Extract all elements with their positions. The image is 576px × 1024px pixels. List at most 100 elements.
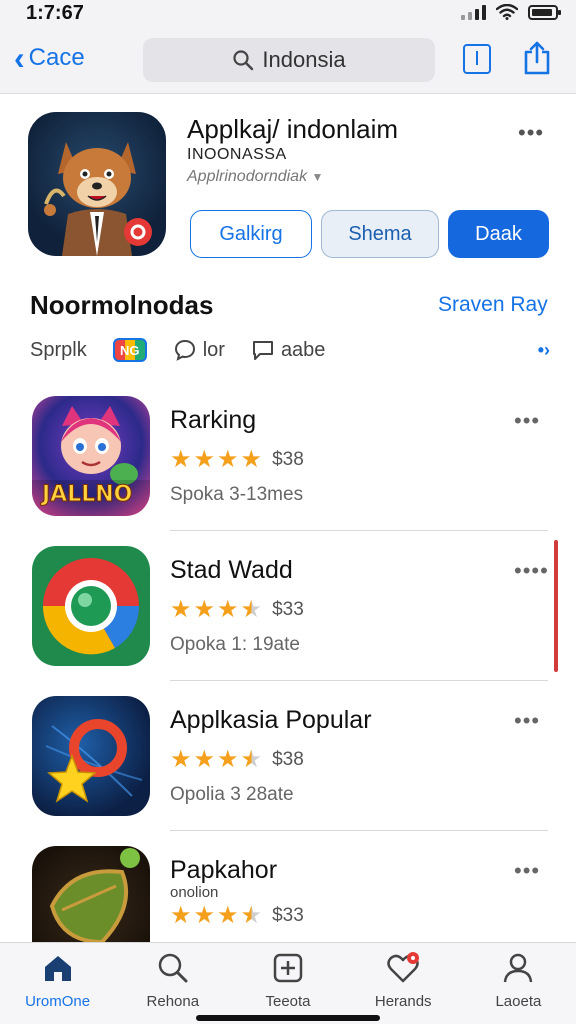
star-icon: ★ [193,596,216,623]
see-all-link[interactable]: Sraven Ray [438,293,548,317]
list-item[interactable]: JALLNO Rarking ★ ★ ★ ★ $38 Spoka 3-13mes… [0,396,576,544]
scroll-indicator[interactable] [554,540,558,672]
filter-chip-lor[interactable]: lor [173,338,225,362]
tab-profile[interactable]: Laoeta [461,943,576,1024]
back-label: Cace [28,44,85,71]
star-icon: ★ [217,902,239,929]
item-price: $38 [272,749,304,770]
get-button[interactable]: Galkirg [190,210,312,258]
wifi-icon [496,4,518,20]
tab-label: UromOne [25,993,91,1010]
star-half-icon: ★ [240,902,263,929]
filter-chip-sprplk[interactable]: Sprplk [30,339,87,362]
app-subtitle: INOONASSA [187,146,287,163]
bookmark-button[interactable] [463,44,491,74]
item-title: Rarking [170,406,257,434]
tab-create[interactable]: Teeota [230,943,345,1024]
star-icon: ★ [217,446,239,473]
status-icons [461,4,561,20]
tab-bar: UromOne Rehona Teeota Herands Laoeta [0,942,576,1024]
tab-search[interactable]: Rehona [115,943,230,1024]
fox-character-icon [44,142,152,256]
home-indicator [196,1015,380,1021]
divider [170,680,548,681]
cat-game-icon: JALLNO [32,396,150,516]
more-filters-button[interactable]: •› [538,340,550,361]
back-button[interactable]: ‹ Cace [14,40,85,76]
item-more-button[interactable]: ••• [514,858,540,884]
battery-icon [528,4,561,20]
rating: ★ ★ ★ ★ $33 [170,904,304,928]
open-button[interactable]: Daak [448,210,549,258]
browser-icon [32,546,150,666]
search-icon [158,953,188,983]
list-item[interactable]: Applkasia Popular ★ ★ ★ ★ $38 Opolia 3 2… [0,696,576,844]
item-more-button[interactable]: ••• [514,708,540,734]
section-title: Noormolnodas [30,290,214,320]
item-meta: Opolia 3 28ate [170,784,294,805]
divider [170,530,548,531]
filter-chip-badge[interactable]: NG [112,338,147,362]
chevron-left-icon: ‹ [14,40,25,76]
item-more-button[interactable]: •••• [514,558,549,584]
star-half-icon: ★ [240,596,263,623]
tab-label: Laoeta [495,993,542,1010]
star-icon: ★ [193,746,216,773]
item-title: Applkasia Popular [170,706,372,734]
list-item[interactable]: Papkahor onolion ★ ★ ★ ★ $33 ••• [0,846,576,942]
filter-row: Sprplk NG lor aabe •› [30,336,550,364]
star-icon: ★ [170,596,192,623]
filter-label: Sprplk [30,338,87,361]
status-bar: 1:7:67 [0,0,576,28]
list-item[interactable]: Stad Wadd ★ ★ ★ ★ $33 Opoka 1: 19ate •••… [0,546,576,694]
star-icon: ★ [193,902,216,929]
star-icon: ★ [170,746,192,773]
share-button[interactable]: Shema [321,210,439,258]
star-icon: ★ [240,446,263,473]
tab-favorites[interactable]: Herands [346,943,461,1024]
star-icon: ★ [217,746,239,773]
ng-badge-icon: NG [112,338,147,362]
plus-square-icon [273,953,303,983]
item-meta: Spoka 3-13mes [170,484,304,505]
status-time: 1:7:67 [26,2,84,24]
tab-label: Herands [374,993,432,1010]
app-icon[interactable] [28,112,166,256]
item-more-button[interactable]: ••• [514,408,540,434]
app-developer[interactable]: Applrinodorndiak ▼ [187,168,323,186]
app-header: Applkaj/ indonlaim INOONASSA Applrinodor… [0,96,576,266]
divider [170,830,548,831]
filter-chip-aabe[interactable]: aabe [251,338,326,362]
star-half-icon: ★ [240,746,263,773]
person-icon [504,953,533,983]
nav-bar: ‹ Cace Indonsia [0,28,576,94]
developer-name: Applrinodorndiak [187,168,308,185]
search-field[interactable]: Indonsia [143,38,435,82]
filter-label: lor [202,338,225,361]
item-price: $38 [272,449,304,470]
star-icon: ★ [193,446,216,473]
leaf-shield-icon [32,846,150,942]
cellular-signal-icon [461,4,486,20]
rating: ★ ★ ★ ★ $38 [170,448,304,472]
tab-home[interactable]: UromOne [0,943,115,1024]
chat-bubble-icon [174,339,195,361]
app-title: Applkaj/ indonlaim [187,114,399,144]
tab-label: Teeota [265,993,311,1010]
tab-label: Rehona [146,993,200,1010]
star-icon: ★ [170,902,192,929]
star-icon: ★ [217,596,239,623]
home-icon [44,956,71,981]
rating: ★ ★ ★ ★ $33 [170,598,304,622]
message-square-icon [252,341,273,360]
share-icon[interactable] [522,40,552,76]
rating: ★ ★ ★ ★ $38 [170,748,304,772]
more-options-button[interactable]: ••• [518,120,544,146]
item-meta: Opoka 1: 19ate [170,634,300,655]
filter-label: aabe [280,338,326,361]
item-price: $33 [272,905,304,926]
star-ring-icon [32,696,150,816]
item-title: Stad Wadd [170,556,293,584]
chevron-down-icon: ▼ [311,170,324,184]
item-title: Papkahor [170,856,278,884]
